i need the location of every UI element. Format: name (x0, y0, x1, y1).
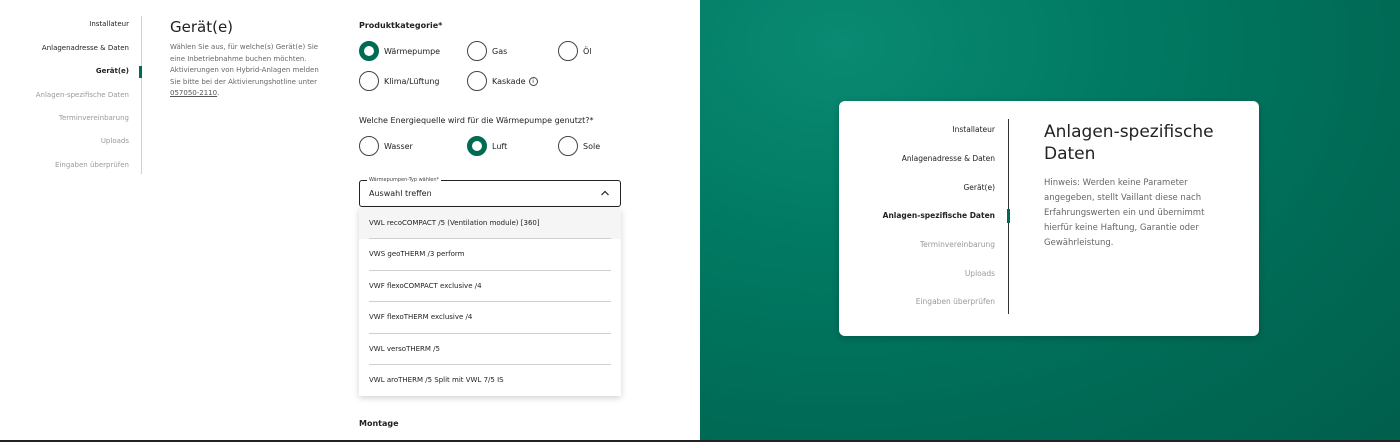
dropdown-option[interactable]: VWS geoTHERM /3 perform (359, 239, 621, 270)
radio-waermepumpe[interactable]: Wärmepumpe (359, 41, 440, 61)
radio-circle (467, 136, 487, 156)
card-step-geraete: Gerät(e) (963, 183, 995, 192)
form-panel: Installateur Anlagenadresse & Daten Gerä… (0, 0, 700, 442)
hotline-link[interactable]: 057050-2110 (170, 89, 217, 97)
category-label: Produktkategorie* (359, 21, 443, 30)
radio-gas[interactable]: Gas (467, 41, 507, 61)
card-step-uploads: Uploads (964, 269, 995, 278)
info-icon[interactable]: i (528, 76, 538, 86)
energy-source-label: Welche Energiequelle wird für die Wärmep… (359, 116, 594, 125)
card-step-eingaben-ueberpruefen: Eingaben überprüfen (915, 297, 995, 306)
select-floating-label: Wärmepumpen-Typ wählen* (367, 177, 442, 183)
radio-label: Wärmepumpe (384, 46, 441, 56)
radio-oel[interactable]: Öl (558, 41, 592, 61)
radio-label: Sole (583, 141, 601, 151)
step-installateur[interactable]: Installateur (89, 20, 129, 28)
radio-label: Klima/Lüftung (384, 76, 440, 86)
step-terminvereinbarung: Terminvereinbarung (58, 114, 129, 122)
montage-label: Montage (359, 419, 399, 428)
step-uploads: Uploads (100, 137, 129, 145)
radio-circle (359, 71, 379, 91)
radio-klima-lueftung[interactable]: Klima/Lüftung (359, 71, 440, 91)
page-title: Gerät(e) (170, 18, 234, 36)
radio-label: Wasser (384, 141, 413, 151)
step-navigation: Installateur Anlagenadresse & Daten Gerä… (0, 16, 142, 174)
step-anlagen-spezifische-daten: Anlagen-spezifische Daten (35, 91, 129, 99)
card-step-navigation: Installateur Anlagenadresse & Daten Gerä… (839, 119, 1010, 314)
radio-label: Öl (583, 46, 592, 56)
card-step-installateur: Installateur (952, 125, 995, 134)
chevron-up-icon (601, 190, 609, 196)
dropdown-option[interactable]: VWF flexoCOMPACT exclusive /4 (359, 271, 621, 302)
card-title: Anlagen-spezifische Daten (1044, 122, 1214, 164)
dropdown-option[interactable]: VWL recoCOMPACT /5 (Ventilation module) … (359, 208, 621, 239)
step-eingaben-ueberpruefen: Eingaben überprüfen (55, 161, 129, 169)
card-hint-text: Hinweis: Werden keine Parameter angegebe… (1044, 178, 1205, 248)
card-active-step-marker (1007, 209, 1010, 223)
radio-sole[interactable]: Sole (558, 136, 600, 156)
radio-wasser[interactable]: Wasser (359, 136, 413, 156)
dropdown-option[interactable]: VWL aroTHERM /5 Split mit VWL 7/5 IS (359, 365, 621, 396)
heatpump-type-select[interactable]: Wärmepumpen-Typ wählen* Auswahl treffen (359, 177, 621, 207)
info-panel: Installateur Anlagenadresse & Daten Gerä… (700, 0, 1400, 442)
radio-luft[interactable]: Luft (467, 136, 507, 156)
card-step-terminvereinbarung: Terminvereinbarung (919, 240, 995, 249)
radio-circle (467, 71, 487, 91)
select-value: Auswahl treffen (369, 189, 432, 198)
card-step-anlagen-spezifische-daten: Anlagen-spezifische Daten (882, 211, 995, 220)
step-geraete[interactable]: Gerät(e) (96, 67, 129, 75)
active-step-marker (139, 66, 142, 78)
dropdown-option[interactable]: VWL versoTHERM /5 (359, 334, 621, 365)
radio-kaskade[interactable]: Kaskade i (467, 71, 538, 91)
radio-circle (359, 41, 379, 61)
step-anlagenadresse[interactable]: Anlagenadresse & Daten (42, 44, 129, 52)
radio-circle (359, 136, 379, 156)
dropdown-option[interactable]: VWF flexoTHERM exclusive /4 (359, 302, 621, 333)
radio-circle (558, 136, 578, 156)
radio-circle (467, 41, 487, 61)
page-description: Wählen Sie aus, für welche(s) Gerät(e) S… (170, 43, 319, 97)
radio-label: Luft (492, 141, 508, 151)
radio-label: Kaskade (492, 76, 526, 86)
card-step-anlagenadresse: Anlagenadresse & Daten (901, 154, 995, 163)
heatpump-type-dropdown: VWL recoCOMPACT /5 (Ventilation module) … (359, 208, 621, 396)
radio-circle (558, 41, 578, 61)
radio-label: Gas (492, 46, 508, 56)
info-card: Installateur Anlagenadresse & Daten Gerä… (839, 101, 1259, 336)
